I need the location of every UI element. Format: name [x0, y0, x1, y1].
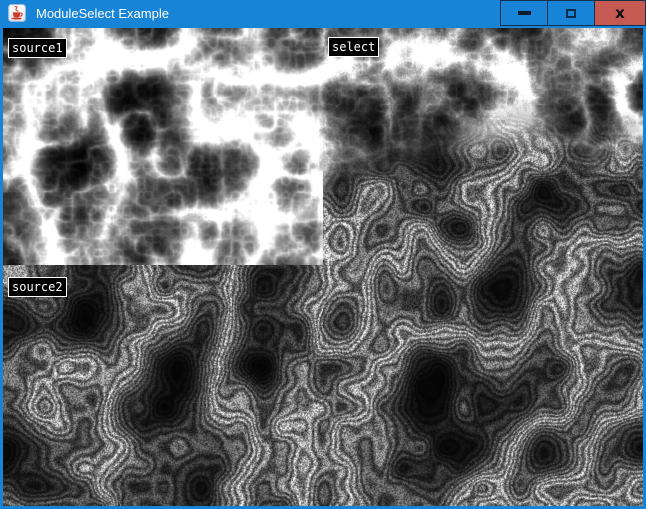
java-coffee-cup-icon	[8, 4, 26, 22]
select-label: select	[328, 37, 379, 57]
title-bar[interactable]: ModuleSelect Example x	[0, 0, 646, 28]
close-icon: x	[615, 6, 625, 21]
source2-label: source2	[8, 277, 67, 297]
source2-render-canvas	[3, 265, 323, 506]
window-controls: x	[501, 0, 646, 26]
app-window: ModuleSelect Example x source1 select so…	[0, 0, 646, 509]
minimize-button[interactable]	[500, 0, 548, 26]
window-title: ModuleSelect Example	[36, 0, 169, 28]
maximize-icon	[566, 9, 576, 18]
source1-render-canvas	[3, 28, 323, 265]
maximize-button[interactable]	[547, 0, 595, 26]
noise-render-area: source1 select source2	[3, 28, 643, 506]
minimize-icon	[518, 11, 531, 15]
source1-label: source1	[8, 38, 67, 58]
close-button[interactable]: x	[594, 0, 646, 26]
